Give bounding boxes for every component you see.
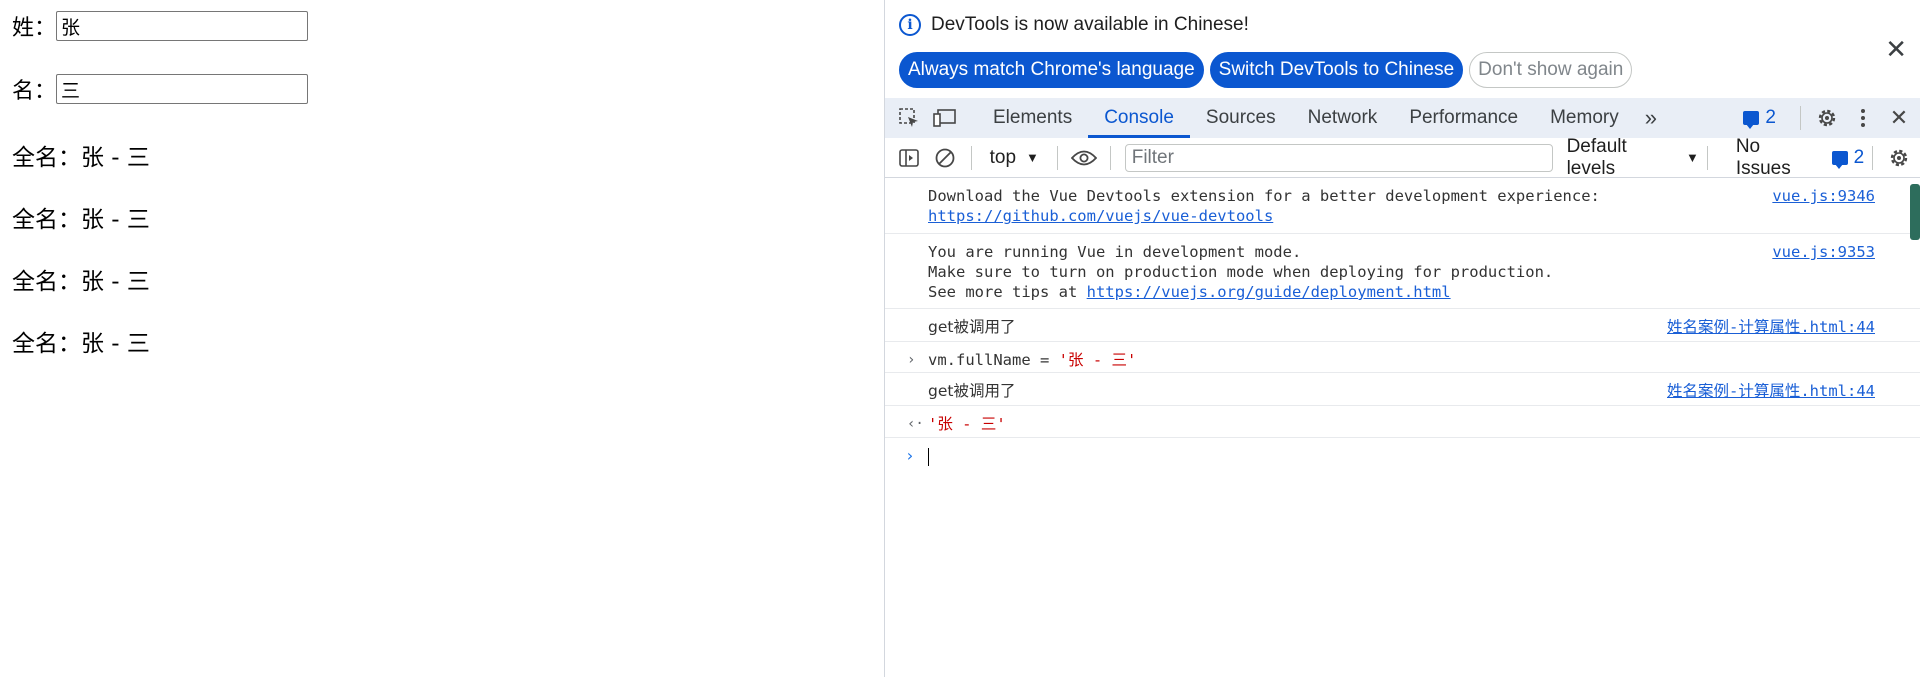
console-result: ‹· '张 - 三' [885, 406, 1920, 438]
console-settings-gear-icon[interactable] [1881, 140, 1917, 176]
divider [1109, 145, 1111, 170]
fullname-text-4: 全名：张 - 三 [12, 331, 150, 357]
fullname-text-1: 全名：张 - 三 [12, 145, 150, 171]
result-value: '张 - 三' [928, 415, 1006, 433]
log-levels-dropdown[interactable]: Default levels ▼ [1567, 136, 1699, 180]
more-tabs-icon[interactable]: » [1635, 98, 1667, 138]
live-expression-eye-icon[interactable] [1066, 140, 1102, 176]
source-link[interactable]: vue.js:9346 [1772, 186, 1875, 206]
match-language-button[interactable]: Always match Chrome's language [899, 52, 1204, 88]
settings-gear-icon[interactable] [1809, 100, 1845, 136]
banner-text: DevTools is now available in Chinese! [931, 14, 1249, 35]
divider [970, 145, 972, 170]
message-text: Make sure to turn on production mode whe… [928, 263, 1554, 281]
message-icon [1831, 150, 1848, 169]
console-message: Download the Vue Devtools extension for … [885, 178, 1920, 234]
fullname-text-2: 全名：张 - 三 [12, 207, 150, 233]
web-page: 姓： 名： 全名：张 - 三 全名：张 - 三 全名：张 - 三 全名：张 - … [0, 0, 884, 677]
devtools-panel: i DevTools is now available in Chinese! … [884, 0, 1920, 677]
message-text: You are running Vue in development mode. [928, 243, 1302, 261]
string-value: '张 - 三' [1058, 351, 1137, 369]
devtools-tabs: Elements Console Sources Network Perform… [977, 98, 1667, 138]
last-name-label: 姓： [12, 16, 57, 41]
console-input-echo: › vm.fullName = '张 - 三' [885, 342, 1920, 373]
language-banner: i DevTools is now available in Chinese! … [885, 0, 1920, 98]
caret-down-icon: ▼ [1685, 150, 1699, 165]
filter-input[interactable]: Filter [1124, 143, 1553, 172]
console-message: get被调用了 姓名案例-计算属性.html:44 [885, 373, 1920, 406]
issues-label: No Issues [1735, 135, 1791, 179]
tab-sources[interactable]: Sources [1190, 98, 1292, 138]
result-arrow-icon: ‹· [907, 416, 924, 432]
clear-console-icon[interactable] [927, 140, 963, 176]
inspect-element-icon[interactable] [891, 100, 927, 136]
more-options-icon[interactable] [1845, 100, 1881, 136]
context-label: top [989, 146, 1017, 168]
info-icon: i [899, 14, 921, 36]
scrollbar[interactable] [1910, 184, 1920, 240]
issues-count-value: 2 [1853, 146, 1865, 168]
vue-devtools-link[interactable]: https://github.com/vuejs/vue-devtools [928, 207, 1273, 225]
caret-down-icon: ▼ [1026, 150, 1039, 165]
banner-message: i DevTools is now available in Chinese! [899, 14, 1249, 36]
chevron-right-icon: › [905, 446, 915, 465]
messages-badge[interactable]: 2 [1743, 107, 1776, 129]
console-output: Download the Vue Devtools extension for … [885, 178, 1920, 677]
switch-chinese-button[interactable]: Switch DevTools to Chinese [1209, 52, 1464, 88]
dont-show-again-button[interactable]: Don't show again [1469, 52, 1633, 88]
input-text: vm.fullName = [928, 351, 1059, 369]
banner-buttons: Always match Chrome's language Switch De… [899, 52, 1633, 88]
devtools-tabbar: Elements Console Sources Network Perform… [885, 98, 1920, 138]
tab-network[interactable]: Network [1292, 98, 1394, 138]
issues-count: 2 [1831, 146, 1865, 169]
console-prompt[interactable]: › [885, 438, 1920, 472]
deployment-guide-link[interactable]: https://vuejs.org/guide/deployment.html [1087, 283, 1451, 301]
message-text: See more tips at [928, 283, 1087, 301]
filter-placeholder: Filter [1131, 146, 1174, 168]
chevron-right-icon: › [907, 352, 916, 368]
context-selector[interactable]: top ▼ [990, 147, 1039, 169]
console-toolbar: top ▼ Filter Default levels ▼ No Issues … [885, 136, 1920, 180]
console-message: You are running Vue in development mode.… [885, 234, 1920, 309]
source-link[interactable]: 姓名案例-计算属性.html:44 [1667, 381, 1875, 401]
tab-memory[interactable]: Memory [1534, 98, 1635, 138]
source-link[interactable]: vue.js:9353 [1772, 242, 1875, 262]
fullname-text-3: 全名：张 - 三 [12, 269, 150, 295]
source-link[interactable]: 姓名案例-计算属性.html:44 [1667, 317, 1875, 337]
tab-performance[interactable]: Performance [1393, 98, 1534, 138]
sidebar-toggle-icon[interactable] [891, 140, 927, 176]
message-count: 2 [1765, 107, 1776, 128]
device-toolbar-icon[interactable] [927, 100, 963, 136]
close-devtools-icon[interactable]: ✕ [1881, 100, 1917, 136]
tabbar-actions: 2 ✕ [1743, 98, 1920, 138]
text-cursor [928, 447, 929, 466]
last-name-input[interactable] [56, 11, 309, 41]
message-icon [1743, 111, 1760, 129]
tab-elements[interactable]: Elements [977, 98, 1088, 138]
message-text: Download the Vue Devtools extension for … [928, 187, 1600, 205]
console-message: get被调用了 姓名案例-计算属性.html:44 [885, 309, 1920, 342]
first-name-input[interactable] [56, 74, 309, 104]
divider [1872, 145, 1874, 170]
divider [1800, 106, 1801, 130]
divider [1056, 145, 1058, 170]
tab-console[interactable]: Console [1088, 98, 1190, 138]
issues-counter[interactable]: No Issues 2 [1736, 136, 1864, 180]
first-name-label: 名： [12, 79, 57, 104]
levels-label: Default levels [1566, 135, 1627, 179]
banner-close-icon[interactable]: ✕ [1885, 34, 1907, 65]
last-name-row: 姓： [12, 10, 309, 42]
first-name-row: 名： [12, 73, 309, 105]
divider [1706, 145, 1708, 170]
